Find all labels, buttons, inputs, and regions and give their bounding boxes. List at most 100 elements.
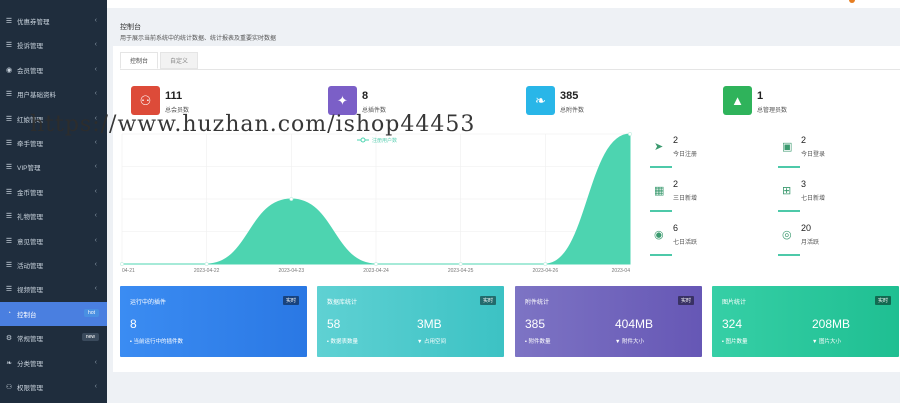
sidebar-item[interactable]: ◉ 会员管理 ‹ [0, 58, 107, 82]
sidebar-item-label: 金币管理 [17, 189, 43, 197]
mini-stat-value: 20 [801, 223, 812, 233]
cogs-icon: ⚙ [5, 335, 13, 343]
list-icon: ☰ [5, 18, 13, 25]
sidebar-item[interactable]: ☰ VIP管理 ‹ [0, 155, 107, 179]
tab-custom[interactable]: 自定义 [160, 52, 199, 69]
sidebar-item[interactable]: ☰ 金币管理 ‹ [0, 180, 107, 204]
list-icon: ☰ [5, 188, 13, 196]
x-axis-tick-label: 2023-04-23 [279, 268, 305, 274]
sidebar-item[interactable]: ☰ 投诉管理 ‹ [0, 33, 107, 57]
stat-value: 1 [757, 90, 764, 102]
sidebar-item[interactable]: ☰ 视频管理 ‹ [0, 277, 107, 301]
chart-data-point[interactable] [543, 262, 548, 266]
sidebar-item-label: 控制台 [17, 311, 37, 319]
sidebar-item[interactable]: ◔ 控制台 hot [0, 301, 107, 326]
page-title: 控制台 [120, 24, 141, 31]
list-icon: ☰ [5, 91, 13, 99]
tab-divider [120, 69, 900, 70]
x-axis-tick-label: 2023-04-24 [363, 268, 389, 274]
mini-stat: ⊞ 3 七日新增 [778, 176, 888, 216]
registration-chart: 04-21 2023-04-22 2023-04-23 2023-04-24 2023-… [120, 132, 632, 274]
card-title: 运行中的插件 [130, 300, 167, 306]
sidebar-item[interactable]: ⚇ 权限管理 ‹ [0, 375, 107, 399]
chart-data-point[interactable] [204, 262, 209, 266]
sidebar-item[interactable]: ☰ 用户基础资料 ‹ [0, 82, 107, 106]
tab-dashboard[interactable]: 控制台 [120, 52, 159, 69]
mini-stat: ➤ 2 今日注册 [650, 132, 760, 172]
card-title: 数据库统计 [327, 300, 358, 306]
card-label: ▪ 数据表数量 [327, 337, 358, 345]
card-value: 58 [327, 317, 341, 331]
sidebar-item-label: 权限管理 [17, 385, 43, 392]
sidebar-item-label: VIP管理 [17, 165, 41, 173]
list-icon: ☰ [5, 262, 13, 269]
sidebar-item-label: 意见管理 [17, 238, 43, 246]
chevron-left-icon: ‹ [94, 41, 97, 49]
mini-stat-bar [650, 254, 672, 256]
card-label-text: 附件数量 [528, 339, 551, 345]
magic-wand-icon: ✦ [328, 86, 357, 115]
sidebar-item-label: 优惠券管理 [17, 19, 50, 26]
list-icon: ☰ [5, 213, 13, 221]
sidebar-item-label: 牵手管理 [17, 141, 43, 148]
chart-legend: 注册用户数 [357, 137, 397, 144]
card-value-secondary: 208MB [812, 317, 851, 331]
sidebar-item[interactable]: ⚙ 常规管理 new [0, 326, 107, 350]
card-label: ▪ 附件数量 [525, 337, 551, 345]
sidebar-badge: hot [84, 308, 99, 317]
mini-stat-value: 3 [801, 179, 807, 189]
chevron-left-icon: ‹ [94, 163, 97, 171]
rocket-icon: ➤ [654, 141, 664, 153]
card-label-secondary: ▼ 图片大小 [812, 337, 841, 345]
sidebar-item[interactable]: ☰ 意见管理 ‹ [0, 229, 107, 253]
chevron-left-icon: ‹ [94, 383, 97, 390]
list-icon: ☰ [5, 140, 13, 147]
user-circle-icon: ◉ [5, 66, 13, 74]
realtime-badge: 实时 [282, 296, 299, 305]
stat-label: 总附件数 [560, 108, 585, 114]
filter-icon: ▼ [417, 339, 424, 345]
filter-icon: ▼ [812, 339, 819, 345]
id-card-icon: ▣ [782, 141, 793, 153]
sidebar-item-label: 用户基础资料 [17, 92, 56, 100]
sidebar-item[interactable]: ☰ 活动管理 ‹ [0, 253, 107, 277]
user-circle-icon: ◉ [654, 229, 664, 241]
watermark-text: https://www.huzhan.com/ishop44453 [30, 112, 476, 137]
mini-stat-value: 6 [673, 223, 679, 233]
stat-card: ❧ 385 总附件数 [526, 86, 584, 115]
card-label-secondary: ▼ 附件大小 [615, 337, 644, 345]
sidebar-item[interactable]: ❧ 分类管理 ‹ [0, 351, 107, 375]
list-icon: ☰ [5, 42, 13, 50]
card-label-text: 占用空间 [423, 339, 446, 345]
card-label-text: 数据表数量 [330, 339, 358, 345]
card-label-text: 附件大小 [621, 339, 644, 345]
chart-data-point[interactable] [289, 197, 294, 201]
sidebar-item[interactable]: ☰ 优惠券管理 ‹ [0, 9, 107, 33]
mini-stat-label: 三日新增 [673, 196, 698, 202]
list-icon: ☰ [5, 115, 13, 123]
sidebar-item-label: 分类管理 [17, 360, 43, 368]
card-value-secondary: 3MB [417, 317, 442, 331]
leaf-icon: ❧ [526, 86, 555, 115]
card-label-text: 当前运行中的插件数 [133, 339, 183, 345]
stat-label: 总管理员数 [757, 108, 788, 114]
list-icon: ☰ [5, 237, 13, 245]
card-label: ▪ 图片数量 [722, 337, 748, 345]
chart-data-point[interactable] [120, 262, 124, 266]
card-title: 图片统计 [722, 300, 747, 306]
x-axis-tick-label: 2023-04-22 [194, 268, 220, 274]
card-label-text: 图片大小 [818, 339, 841, 345]
notification-dot[interactable] [849, 0, 855, 3]
sidebar-item-label: 会员管理 [17, 67, 43, 75]
x-axis-tick-label: 2023-04 [612, 268, 631, 274]
chart-data-point[interactable] [628, 132, 632, 136]
card-value: 324 [722, 317, 743, 331]
chart-data-point[interactable] [458, 262, 463, 266]
stat-value: 385 [560, 90, 579, 102]
sidebar-item[interactable]: ☰ 礼物管理 ‹ [0, 204, 107, 228]
chevron-left-icon: ‹ [94, 65, 97, 73]
chart-data-point[interactable] [374, 262, 378, 266]
mini-stat: ◎ 20 月活跃 [778, 220, 888, 260]
summary-card: 数据库统计 实时 58 ▪ 数据表数量 3MB ▼ 占用空间 [317, 286, 504, 357]
chevron-left-icon: ‹ [94, 358, 97, 366]
